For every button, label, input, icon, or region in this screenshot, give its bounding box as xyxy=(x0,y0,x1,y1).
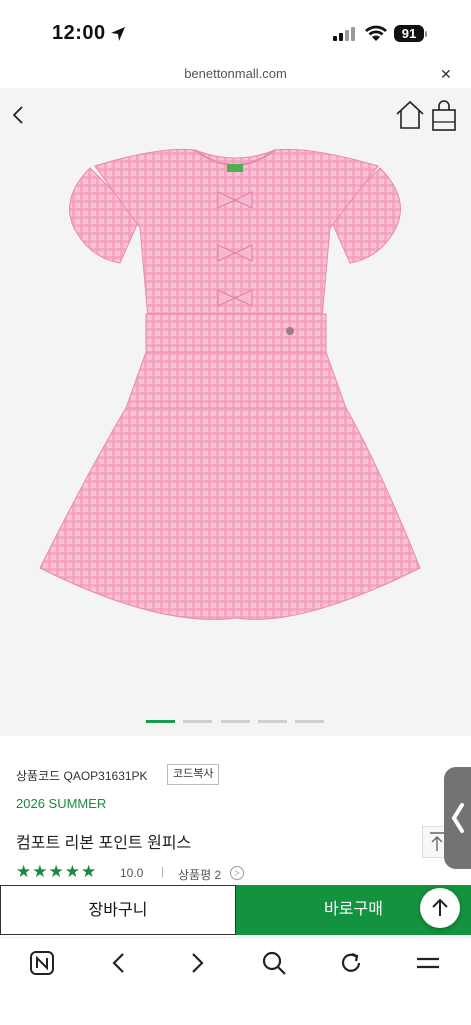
reviews-link[interactable]: 상품평 2 xyxy=(178,866,221,883)
browser-toolbar xyxy=(0,937,471,1025)
rating-divider: | xyxy=(161,866,164,878)
url-text[interactable]: benettonmall.com xyxy=(0,66,471,81)
refresh-icon[interactable] xyxy=(338,950,364,976)
location-arrow-icon xyxy=(111,27,125,41)
naver-icon[interactable] xyxy=(29,950,55,976)
gallery-dot[interactable] xyxy=(146,720,175,723)
side-panel-tab-icon[interactable] xyxy=(444,767,471,869)
copy-code-button[interactable]: 코드복사 xyxy=(167,764,220,785)
product-name: 컴포트 리본 포인트 원피스 xyxy=(16,835,192,852)
wifi-icon xyxy=(365,25,387,41)
product-code: 상품코드 QAOP31631PK xyxy=(16,769,148,783)
home-icon[interactable] xyxy=(394,100,426,130)
forward-icon[interactable] xyxy=(184,950,210,976)
battery-indicator: 91 xyxy=(394,25,424,42)
rating-value: 10.0 xyxy=(120,866,144,880)
gallery-dot[interactable] xyxy=(295,720,324,723)
back-icon[interactable] xyxy=(106,950,132,976)
gallery-dot[interactable] xyxy=(258,720,287,723)
status-time: 12:00 xyxy=(52,22,106,44)
chevron-right-icon[interactable]: > xyxy=(230,866,244,880)
rating-stars: ★★★★★ xyxy=(16,862,98,881)
dress-illustration xyxy=(39,148,421,620)
season-label: 2026 SUMMER xyxy=(16,796,107,811)
back-chevron-icon[interactable] xyxy=(10,104,30,126)
close-icon[interactable]: ✕ xyxy=(440,66,452,83)
add-to-cart-button[interactable]: 장바구니 xyxy=(0,885,236,935)
gallery-dot[interactable] xyxy=(221,720,250,723)
menu-icon[interactable] xyxy=(415,950,441,976)
cellular-signal-icon xyxy=(333,27,355,41)
scroll-top-icon[interactable] xyxy=(420,888,460,928)
shopping-bag-icon[interactable] xyxy=(430,100,458,132)
gallery-dot[interactable] xyxy=(183,720,212,723)
product-image[interactable] xyxy=(0,88,471,736)
search-icon[interactable] xyxy=(261,950,287,976)
